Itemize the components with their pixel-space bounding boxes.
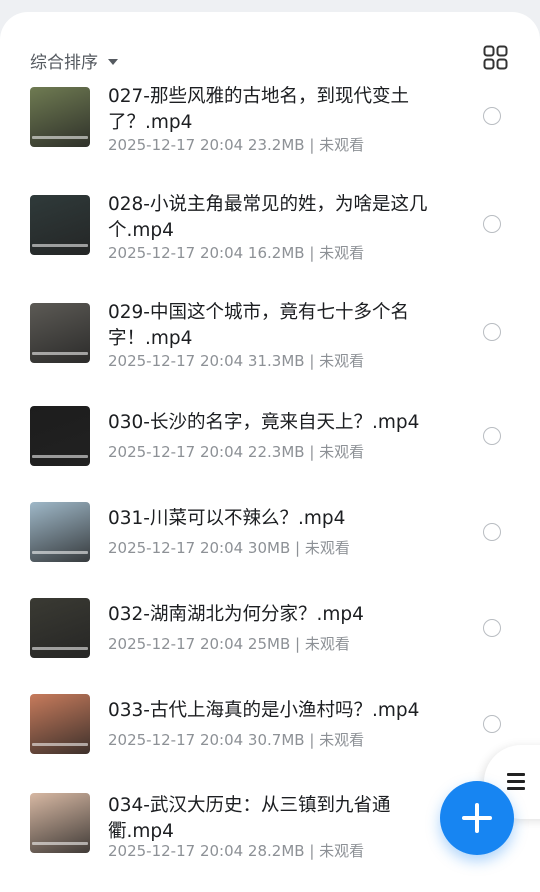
video-thumbnail: [30, 406, 90, 466]
file-title: 031-川菜可以不辣么？.mp4: [108, 508, 346, 529]
select-radio[interactable]: [483, 215, 501, 233]
list-item[interactable]: 028-小说主角最常见的姓，为啥是这几个.mp4 2025-12-17 20:04…: [0, 192, 540, 282]
file-meta: 2025-12-17 20:04 23.2MB | 未观看: [108, 136, 365, 154]
list-item[interactable]: 032-湖南湖北为何分家？.mp4 2025-12-17 20:04 25MB |…: [0, 598, 540, 688]
file-title: 027-那些风雅的古地名，到现代变土了？.mp4: [108, 86, 409, 133]
file-title: 032-湖南湖北为何分家？.mp4: [108, 604, 364, 625]
file-title: 030-长沙的名字，竟来自天上？.mp4: [108, 412, 420, 433]
select-radio[interactable]: [483, 323, 501, 341]
file-title: 034-武汉大历史：从三镇到九省通衢.mp4: [108, 795, 391, 842]
list-item[interactable]: 027-那些风雅的古地名，到现代变土了？.mp4 2025-12-17 20:04…: [0, 84, 540, 174]
list-item[interactable]: 030-长沙的名字，竟来自天上？.mp4 2025-12-17 20:04 22.…: [0, 406, 540, 496]
video-thumbnail: [30, 195, 90, 255]
file-meta: 2025-12-17 20:04 30.7MB | 未观看: [108, 731, 365, 749]
select-radio[interactable]: [483, 523, 501, 541]
grid-view-icon[interactable]: [483, 45, 508, 70]
video-thumbnail: [30, 598, 90, 658]
select-radio[interactable]: [483, 107, 501, 125]
file-title: 033-古代上海真的是小渔村吗？.mp4: [108, 700, 420, 721]
video-thumbnail: [30, 793, 90, 853]
add-button[interactable]: [440, 781, 514, 855]
sort-dropdown[interactable]: 综合排序: [30, 48, 118, 73]
file-meta: 2025-12-17 20:04 31.3MB | 未观看: [108, 352, 365, 370]
file-title: 028-小说主角最常见的姓，为啥是这几个.mp4: [108, 194, 428, 241]
file-meta: 2025-12-17 20:04 25MB | 未观看: [108, 635, 350, 653]
file-meta: 2025-12-17 20:04 28.2MB | 未观看: [108, 842, 365, 860]
video-thumbnail: [30, 502, 90, 562]
select-radio[interactable]: [483, 427, 501, 445]
menu-icon: [507, 773, 525, 794]
file-meta: 2025-12-17 20:04 16.2MB | 未观看: [108, 244, 365, 262]
file-meta: 2025-12-17 20:04 30MB | 未观看: [108, 539, 350, 557]
list-item[interactable]: 031-川菜可以不辣么？.mp4 2025-12-17 20:04 30MB | …: [0, 502, 540, 592]
file-title: 029-中国这个城市，竟有七十多个名字！.mp4: [108, 302, 409, 349]
video-thumbnail: [30, 303, 90, 363]
video-thumbnail: [30, 694, 90, 754]
sort-label: 综合排序: [30, 53, 98, 73]
select-radio[interactable]: [483, 715, 501, 733]
video-thumbnail: [30, 87, 90, 147]
list-item[interactable]: 033-古代上海真的是小渔村吗？.mp4 2025-12-17 20:04 30.…: [0, 694, 540, 784]
caret-down-icon: [108, 58, 118, 65]
file-meta: 2025-12-17 20:04 22.3MB | 未观看: [108, 443, 365, 461]
select-radio[interactable]: [483, 619, 501, 637]
list-item[interactable]: 029-中国这个城市，竟有七十多个名字！.mp4 2025-12-17 20:04…: [0, 300, 540, 390]
